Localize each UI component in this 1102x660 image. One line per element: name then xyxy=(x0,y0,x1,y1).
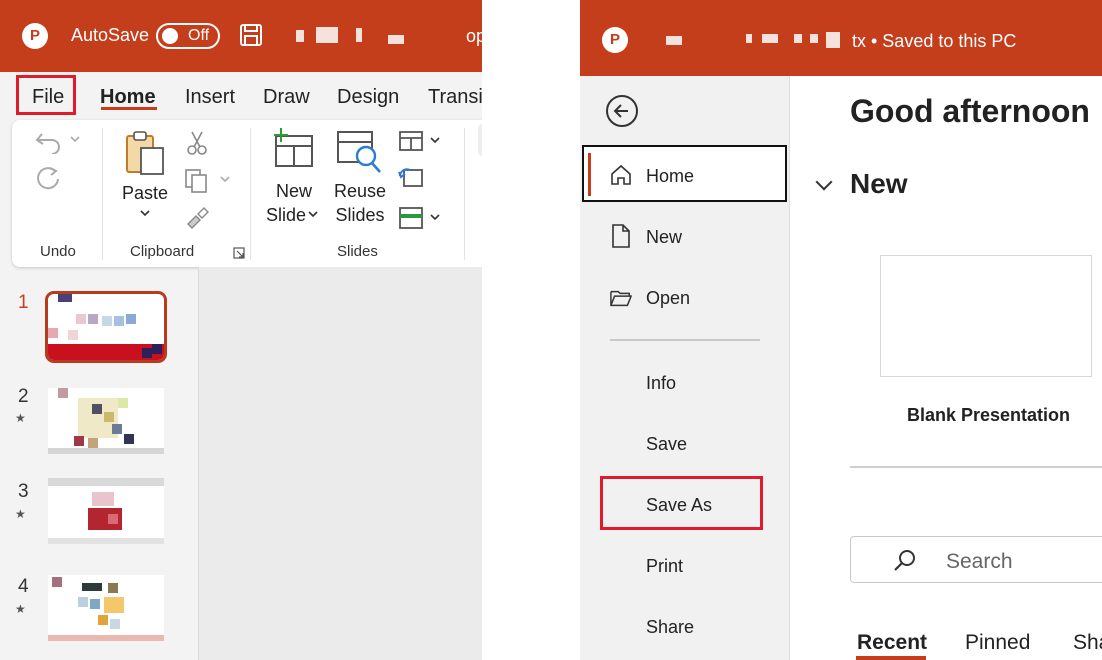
animation-star-icon: ★ xyxy=(15,411,26,425)
new-slide-icon[interactable] xyxy=(270,128,316,168)
powerpoint-logo-icon: P xyxy=(22,23,48,49)
reuse-slides-label[interactable]: Slides xyxy=(332,205,388,226)
paste-label[interactable]: Paste xyxy=(122,183,168,204)
autosave-state: Off xyxy=(188,27,210,44)
save-icon[interactable] xyxy=(240,24,262,46)
powerpoint-window-left: P AutoSave Off op File Home Insert Draw … xyxy=(0,0,482,660)
slide-thumbnail-4[interactable] xyxy=(48,575,164,641)
nav-print[interactable]: Print xyxy=(646,556,683,577)
ribbon-divider xyxy=(464,128,465,260)
redacted-block xyxy=(794,34,802,43)
undo-icon[interactable] xyxy=(34,128,66,154)
nav-home-label[interactable]: Home xyxy=(646,166,694,187)
nav-share[interactable]: Share xyxy=(646,617,694,638)
cut-icon[interactable] xyxy=(186,130,208,156)
slide-thumbnail-1[interactable] xyxy=(45,291,167,363)
document-title: op xyxy=(466,26,482,46)
new-section-heading: New xyxy=(850,168,908,199)
tab-design[interactable]: Design xyxy=(337,86,399,109)
tab-home[interactable]: Home xyxy=(100,86,156,109)
slide-number: 1 xyxy=(18,292,29,313)
redacted-block xyxy=(746,34,752,43)
reset-slide-icon[interactable] xyxy=(398,166,424,188)
redacted-block xyxy=(810,34,818,43)
save-as-highlight xyxy=(600,476,763,530)
ribbon-divider xyxy=(102,128,103,260)
chevron-down-icon[interactable] xyxy=(220,176,230,184)
group-label-clipboard: Clipboard xyxy=(130,243,195,260)
redacted-block xyxy=(316,27,338,43)
ribbon-home: Undo Paste Clipboard New Slide Reuse Sli… xyxy=(12,120,482,267)
animation-star-icon: ★ xyxy=(15,507,26,521)
nav-divider xyxy=(610,339,760,341)
chevron-down-icon[interactable] xyxy=(308,211,318,219)
ribbon-divider xyxy=(250,128,251,260)
document-status: tx • Saved to this PC xyxy=(852,31,1017,51)
tab-shared[interactable]: Sha xyxy=(1073,631,1102,655)
new-slide-label[interactable]: Slide xyxy=(266,205,306,226)
chevron-down-icon[interactable] xyxy=(140,210,150,218)
new-document-icon xyxy=(612,224,630,248)
tab-recent[interactable]: Recent xyxy=(857,631,927,655)
slide-number: 3 xyxy=(18,481,29,502)
chevron-down-icon[interactable] xyxy=(430,137,440,145)
blank-presentation-thumbnail[interactable] xyxy=(880,255,1092,377)
open-folder-icon xyxy=(610,290,632,307)
home-icon xyxy=(611,164,631,185)
search-icon xyxy=(894,550,915,571)
section-divider xyxy=(850,466,1102,468)
greeting-heading: Good afternoon xyxy=(850,93,1090,129)
blank-presentation-label[interactable]: Blank Presentation xyxy=(907,405,1070,426)
tab-draw[interactable]: Draw xyxy=(263,86,310,109)
slide-thumbnail-2[interactable] xyxy=(48,388,164,454)
format-painter-icon[interactable] xyxy=(184,206,210,230)
group-label-undo: Undo xyxy=(40,243,76,260)
reuse-slides-label[interactable]: Reuse xyxy=(334,181,386,202)
tab-insert[interactable]: Insert xyxy=(185,86,235,109)
ribbon-overflow xyxy=(478,124,482,156)
chevron-down-icon[interactable] xyxy=(430,214,440,222)
back-button[interactable] xyxy=(606,95,638,127)
file-tab-highlight xyxy=(16,75,76,115)
new-slide-label[interactable]: New xyxy=(270,181,318,202)
slide-number: 2 xyxy=(18,386,29,407)
redacted-block xyxy=(356,28,362,42)
collapse-chevron-icon[interactable] xyxy=(815,173,833,191)
redo-icon[interactable] xyxy=(34,164,64,194)
slide-number: 4 xyxy=(18,576,29,597)
dialog-launcher-icon[interactable] xyxy=(233,247,245,259)
chevron-down-icon[interactable] xyxy=(70,136,80,144)
active-tab-indicator xyxy=(856,656,926,660)
redacted-block xyxy=(296,30,304,42)
tab-pinned[interactable]: Pinned xyxy=(965,631,1030,655)
section-icon[interactable] xyxy=(398,206,424,230)
group-label-slides: Slides xyxy=(337,243,378,260)
redacted-block xyxy=(826,32,840,48)
slide-canvas[interactable] xyxy=(199,267,482,660)
animation-star-icon: ★ xyxy=(15,602,26,616)
tab-transitions[interactable]: Transit xyxy=(428,86,482,109)
nav-info[interactable]: Info xyxy=(646,373,676,394)
powerpoint-window-right: P tx • Saved to this PC Home New Open In… xyxy=(580,0,1102,660)
copy-icon[interactable] xyxy=(184,168,210,194)
back-arrow-icon xyxy=(613,104,628,118)
redacted-block xyxy=(666,36,682,45)
title-bar xyxy=(580,0,1102,76)
nav-open[interactable]: Open xyxy=(646,288,690,309)
nav-save[interactable]: Save xyxy=(646,434,687,455)
paste-icon[interactable] xyxy=(124,130,168,178)
autosave-label: AutoSave xyxy=(71,25,150,45)
redacted-block xyxy=(762,34,778,43)
layout-icon[interactable] xyxy=(398,130,424,152)
search-placeholder: Search xyxy=(946,550,1013,573)
autosave-toggle[interactable]: Off xyxy=(156,23,220,49)
reuse-slides-icon[interactable] xyxy=(336,130,382,174)
nav-new[interactable]: New xyxy=(646,227,682,248)
redacted-block xyxy=(388,35,404,44)
active-tab-indicator xyxy=(101,107,157,110)
powerpoint-logo-icon: P xyxy=(602,27,628,53)
slide-thumbnail-3[interactable] xyxy=(48,478,164,544)
